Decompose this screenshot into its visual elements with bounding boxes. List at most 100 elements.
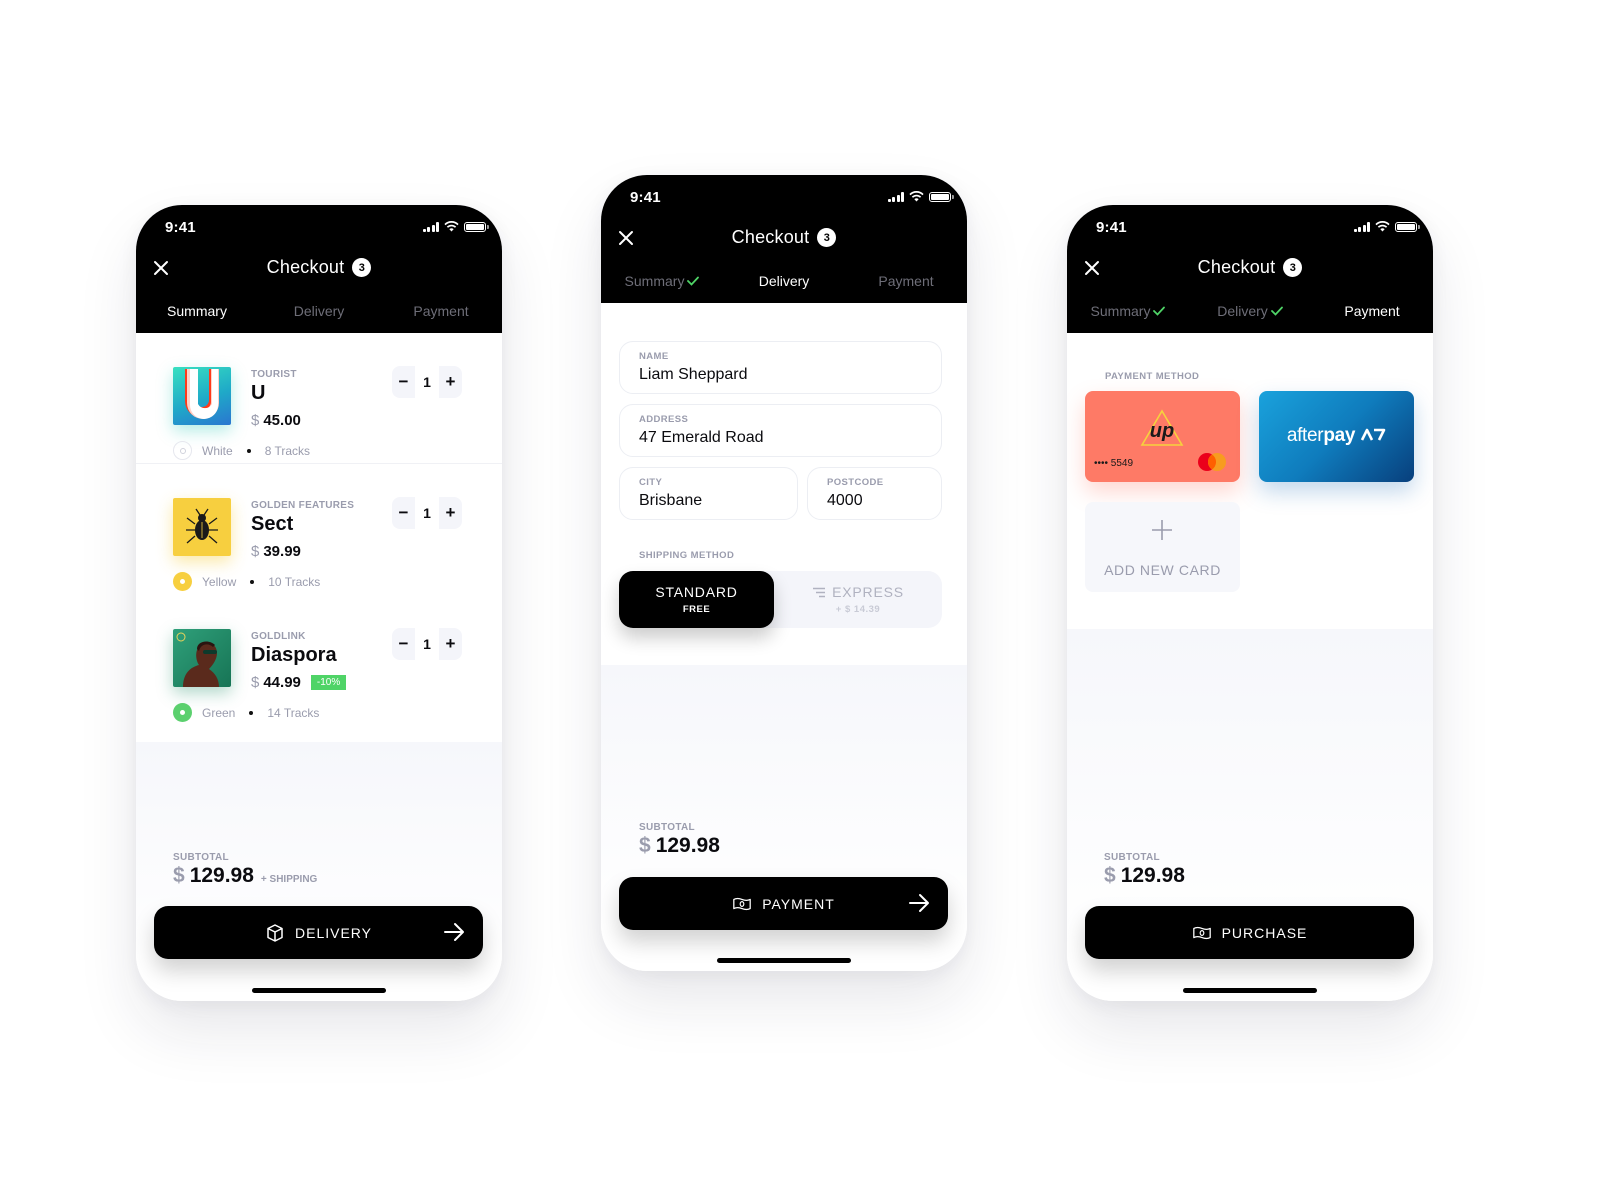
home-indicator <box>717 958 851 963</box>
quantity-value: 1 <box>415 628 439 660</box>
subtotal-value: $ 129.98 <box>639 834 720 858</box>
plus-icon <box>1152 520 1172 540</box>
tab-payment[interactable]: Payment <box>380 303 502 319</box>
afterpay-arrows-icon <box>1361 428 1386 441</box>
shipping-option-express[interactable]: EXPRESS + $ 14.39 <box>774 571 942 628</box>
tab-label: Delivery <box>293 303 345 319</box>
phone-summary-screen: 9:41 Checkout 3 Summary Delivery Payment <box>136 205 502 1001</box>
checkout-tabs: Summary Delivery Payment <box>1067 303 1433 319</box>
delivery-button[interactable]: DELIVERY <box>154 906 483 959</box>
subtotal-amount: 129.98 <box>655 834 720 857</box>
tab-delivery[interactable]: Delivery <box>723 273 845 289</box>
color-name: Yellow <box>202 574 237 589</box>
subtotal-label: SUBTOTAL <box>1104 852 1160 863</box>
arrow-right-icon <box>444 923 464 941</box>
home-indicator <box>252 988 386 993</box>
increment-button[interactable]: + <box>439 372 462 392</box>
name-field[interactable]: NAME Liam Sheppard <box>619 341 942 394</box>
tab-label: Payment <box>878 273 934 289</box>
artist-name: GOLDEN FEATURES <box>251 500 355 511</box>
decrement-button[interactable]: − <box>392 634 415 654</box>
tab-delivery[interactable]: Delivery <box>258 303 380 319</box>
subtotal-amount: 129.98 <box>189 864 254 887</box>
portrait-art <box>176 632 219 687</box>
field-value: Brisbane <box>639 492 703 509</box>
status-time: 9:41 <box>165 219 196 236</box>
up-card[interactable]: up •••• 5549 <box>1085 391 1240 482</box>
summary-content: TOURIST U $ 45.00 White 8 Tracks − 1 + G… <box>136 333 502 1001</box>
color-swatch-yellow[interactable] <box>173 572 192 591</box>
shipping-option-standard[interactable]: STANDARD FREE <box>619 571 774 628</box>
status-icons <box>1353 221 1420 232</box>
color-name: White <box>202 443 233 458</box>
option-price: FREE <box>682 604 711 615</box>
tab-label: Delivery <box>758 273 810 289</box>
album-cover-sect <box>173 498 231 556</box>
currency-symbol: $ <box>251 543 260 560</box>
tab-payment[interactable]: Payment <box>845 273 967 289</box>
page-title: Checkout <box>1197 257 1276 277</box>
track-count: 8 Tracks <box>264 443 311 458</box>
artist-name: TOURIST <box>251 369 297 380</box>
arrow-right-icon <box>909 894 929 912</box>
color-swatch-white[interactable] <box>173 441 192 460</box>
check-icon <box>687 276 700 286</box>
track-count: 14 Tracks <box>267 705 320 720</box>
track-count: 10 Tracks <box>268 574 321 589</box>
price-value: 44.99 <box>263 674 301 691</box>
button-label: PAYMENT <box>762 895 835 912</box>
separator-dot <box>249 710 254 715</box>
postcode-field[interactable]: POSTCODE 4000 <box>807 467 942 520</box>
increment-button[interactable]: + <box>439 503 462 523</box>
afterpay-card[interactable]: afterpay <box>1259 391 1414 482</box>
subtotal-label: SUBTOTAL <box>639 822 695 833</box>
tab-summary[interactable]: Summary <box>601 273 723 289</box>
payment-button[interactable]: PAYMENT <box>619 877 948 930</box>
check-icon <box>1270 306 1283 316</box>
page-title: Checkout <box>266 257 345 277</box>
box-icon <box>267 923 283 942</box>
status-time: 9:41 <box>1096 219 1127 236</box>
tab-delivery[interactable]: Delivery <box>1189 303 1311 319</box>
quantity-stepper: − 1 + <box>392 366 462 398</box>
checkout-header: 9:41 Checkout 3 Summary Delivery Payment <box>1067 205 1433 333</box>
tab-summary[interactable]: Summary <box>1067 303 1189 319</box>
tab-payment[interactable]: Payment <box>1311 303 1433 319</box>
afterpay-logo: afterpay <box>1259 425 1414 447</box>
check-icon <box>1153 306 1166 316</box>
payment-method-label: PAYMENT METHOD <box>1105 371 1200 382</box>
purchase-button[interactable]: PURCHASE <box>1085 906 1414 959</box>
item-meta: Yellow 10 Tracks <box>173 572 320 591</box>
subtotal-block: SUBTOTAL $ 129.98 + SHIPPING <box>173 852 317 888</box>
decrement-button[interactable]: − <box>392 503 415 523</box>
checkout-tabs: Summary Delivery Payment <box>136 303 502 319</box>
tab-summary[interactable]: Summary <box>136 303 258 319</box>
button-label: PURCHASE <box>1221 924 1308 941</box>
field-label: ADDRESS <box>639 414 689 425</box>
decrement-button[interactable]: − <box>392 372 415 392</box>
svg-text:up: up <box>1150 420 1174 442</box>
subtotal-amount: 129.98 <box>1120 864 1185 887</box>
city-field[interactable]: CITY Brisbane <box>619 467 798 520</box>
phone-payment-screen: 9:41 Checkout 3 Summary Delivery Payment… <box>1067 205 1433 1001</box>
status-icons <box>887 191 954 202</box>
checkout-header: 9:41 Checkout 3 Summary Delivery Payment <box>136 205 502 333</box>
field-label: POSTCODE <box>827 477 884 488</box>
delivery-content: NAME Liam Sheppard ADDRESS 47 Emerald Ro… <box>601 303 967 971</box>
quantity-stepper: − 1 + <box>392 497 462 529</box>
currency-symbol: $ <box>251 674 260 691</box>
beetle-icon <box>186 508 218 544</box>
wifi-icon <box>1375 221 1390 232</box>
discount-badge: -10% <box>310 675 347 690</box>
add-new-card-button[interactable]: ADD NEW CARD <box>1085 502 1240 592</box>
subtotal-block: SUBTOTAL $ 129.98 <box>639 822 720 858</box>
tab-label: Payment <box>1344 303 1400 319</box>
color-swatch-green[interactable] <box>173 703 192 722</box>
cart-item: GOLDEN FEATURES Sect $ 39.99 Yellow 10 T… <box>136 464 502 595</box>
address-field[interactable]: ADDRESS 47 Emerald Road <box>619 404 942 457</box>
subtotal-value: $ 129.98 <box>1104 864 1185 888</box>
page-title: Checkout <box>731 227 810 247</box>
field-label: CITY <box>639 477 663 488</box>
wifi-icon <box>444 221 459 232</box>
increment-button[interactable]: + <box>439 634 462 654</box>
